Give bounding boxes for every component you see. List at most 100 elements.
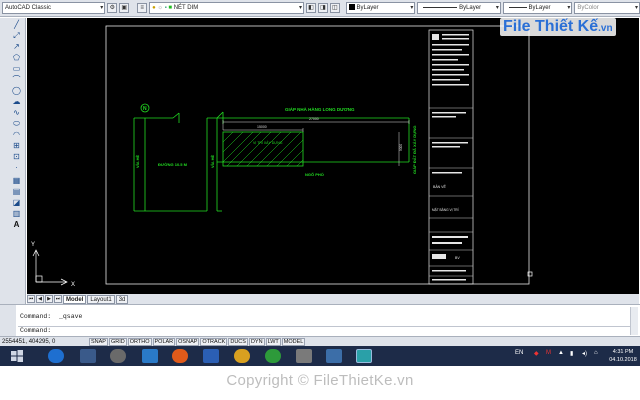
media-icon[interactable] [110, 349, 126, 363]
lock-icon: ▪ [164, 5, 167, 11]
layer-manager-icon[interactable]: ≡ [137, 3, 148, 13]
chevron-down-icon: ▾ [299, 5, 303, 11]
tab-3d[interactable]: 3d [115, 294, 129, 304]
dim-build: 15000 [257, 125, 267, 129]
antivirus-icon[interactable]: ◆ [534, 350, 539, 357]
polyline-icon[interactable]: ↗ [11, 42, 22, 52]
lightbulb-icon: ● [152, 5, 156, 11]
insert-block-icon[interactable]: ⊞ [11, 141, 22, 151]
make-current-icon[interactable]: ◧ [306, 3, 316, 13]
line-tool-icon[interactable]: ╱ [11, 20, 22, 30]
label-road: ĐƯỜNG 10.5 M [158, 162, 188, 167]
lwt-toggle[interactable]: LWT [265, 337, 281, 346]
color-select[interactable]: ByLayer ▾ [345, 2, 416, 14]
cursor-marker [527, 271, 533, 277]
linetype-select[interactable]: ByLayer ▾ [417, 2, 501, 14]
polygon-icon[interactable]: ⬠ [11, 53, 22, 63]
workspace-icon[interactable]: ▣ [119, 3, 130, 13]
circle-icon[interactable]: ◯ [11, 86, 22, 96]
tray-flag-icon[interactable]: ▲ [558, 350, 564, 356]
logo-prefix: File [503, 18, 531, 35]
make-block-icon[interactable]: ⊡ [11, 152, 22, 162]
snap-toggle[interactable]: SNAP [89, 337, 108, 346]
grid-toggle[interactable]: GRID [108, 337, 127, 346]
label-left-side: VỈA HÈ [135, 154, 140, 168]
title-block-text-lines [432, 34, 469, 281]
chevron-down-icon: ▾ [567, 5, 571, 11]
watermark-footer: Copyright © FileThietKe.vn [0, 366, 640, 400]
rectangle-icon[interactable]: ▭ [11, 64, 22, 74]
polar-toggle[interactable]: POLAR [152, 337, 176, 346]
layer-color-icon: ■ [168, 5, 173, 11]
firefox-icon[interactable] [172, 349, 188, 363]
build-area-hatch [222, 131, 304, 167]
first-tab-icon[interactable]: ⏮ [27, 295, 35, 303]
volume-icon[interactable]: ◂) [582, 350, 587, 357]
otrack-toggle[interactable]: OTRACK [200, 337, 228, 346]
linetype-value: ByLayer [459, 5, 482, 11]
titleblock-sheet-label: MẶT BẰNG VỊ TRÍ [432, 207, 459, 212]
word-icon[interactable] [203, 349, 219, 363]
layer-value: NÉT DIM [173, 5, 199, 11]
north-mark-label: N [143, 106, 147, 112]
mail-icon[interactable]: M [546, 350, 551, 356]
ortho-toggle[interactable]: ORTHO [127, 337, 152, 346]
ellipse-icon[interactable]: ⬭ [11, 119, 22, 129]
chrome-icon[interactable] [234, 349, 250, 363]
label-mid-side: VỈA HÈ [210, 154, 215, 168]
workspace-select[interactable]: AutoCAD Classic ▾ [2, 2, 106, 14]
action-center-icon[interactable]: ⌂ [594, 350, 598, 356]
command-window-handle[interactable] [0, 305, 16, 337]
app-grid-icon[interactable] [80, 349, 96, 363]
plotstyle-select[interactable]: ByColor ▾ [574, 2, 640, 14]
command-input[interactable] [18, 326, 638, 336]
network-icon[interactable]: ▮ [570, 350, 573, 357]
ucs-y-label: Y [31, 242, 35, 248]
spline-icon[interactable]: ∿ [11, 108, 22, 118]
hatch-icon[interactable]: ▦ [11, 176, 22, 186]
tool-app-icon[interactable] [296, 349, 312, 363]
tab-layout1[interactable]: Layout1 [87, 294, 115, 304]
last-tab-icon[interactable]: ⏭ [54, 295, 62, 303]
table-icon[interactable]: ▥ [11, 209, 22, 219]
point-icon[interactable]: · [11, 163, 22, 173]
layer-select[interactable]: ● ☼ ▪ ■ NÉT DIM ▾ [149, 2, 305, 14]
model-toggle[interactable]: MODEL [281, 337, 306, 346]
prev-tab-icon[interactable]: ◀ [36, 295, 44, 303]
revision-cloud-icon[interactable]: ☁ [11, 97, 22, 107]
autocad-icon[interactable] [356, 349, 372, 363]
lineweight-value: ByLayer [528, 5, 551, 11]
drawing-canvas[interactable]: BẢN VẼ MẶT BẰNG VỊ TRÍ BV 27000 15000 50… [27, 18, 639, 294]
internet-explorer-icon[interactable] [48, 349, 64, 363]
clock[interactable]: 4:31 PM 04.10.2018 [606, 348, 640, 364]
ellipse-arc-icon[interactable]: ◠ [11, 130, 22, 140]
osnap-toggle[interactable]: OSNAP [176, 337, 200, 346]
gear-icon[interactable]: ⚙ [107, 3, 118, 13]
windows-start-icon[interactable] [10, 349, 24, 363]
window-app-icon[interactable] [326, 349, 342, 363]
logo-suffix: .vn [598, 23, 613, 34]
dyn-toggle[interactable]: DYN [248, 337, 265, 346]
command-scrollbar[interactable] [630, 307, 638, 335]
arc-icon[interactable]: ⌒ [11, 75, 22, 85]
file-explorer-icon[interactable] [142, 349, 158, 363]
chevron-down-icon: ▾ [634, 5, 638, 11]
titleblock-mid-label: BẢN VẼ [433, 184, 447, 189]
construction-line-icon[interactable]: ⤢ [11, 31, 22, 41]
linetype-preview [423, 6, 458, 8]
gradient-icon[interactable]: ▤ [11, 187, 22, 197]
layer-previous-icon[interactable]: ◨ [317, 3, 328, 13]
tab-model[interactable]: Model [63, 294, 87, 304]
region-icon[interactable]: ◪ [11, 198, 22, 208]
green-app-icon[interactable] [265, 349, 281, 363]
multiline-text-icon[interactable]: A [11, 220, 22, 230]
clock-date: 04.10.2018 [609, 357, 637, 363]
language-indicator[interactable]: EN [515, 350, 523, 356]
next-tab-icon[interactable]: ▶ [45, 295, 53, 303]
layer-state-icon[interactable]: ◫ [329, 3, 340, 13]
ducs-toggle[interactable]: DUCS [228, 337, 248, 346]
lineweight-select[interactable]: ByLayer ▾ [502, 2, 573, 14]
properties-toolbar: AutoCAD Classic ▾ ⚙ ▣ ≡ ● ☼ ▪ ■ NÉT DIM … [0, 0, 640, 17]
lineweight-preview [508, 6, 527, 8]
dim-total: 27000 [309, 117, 319, 121]
